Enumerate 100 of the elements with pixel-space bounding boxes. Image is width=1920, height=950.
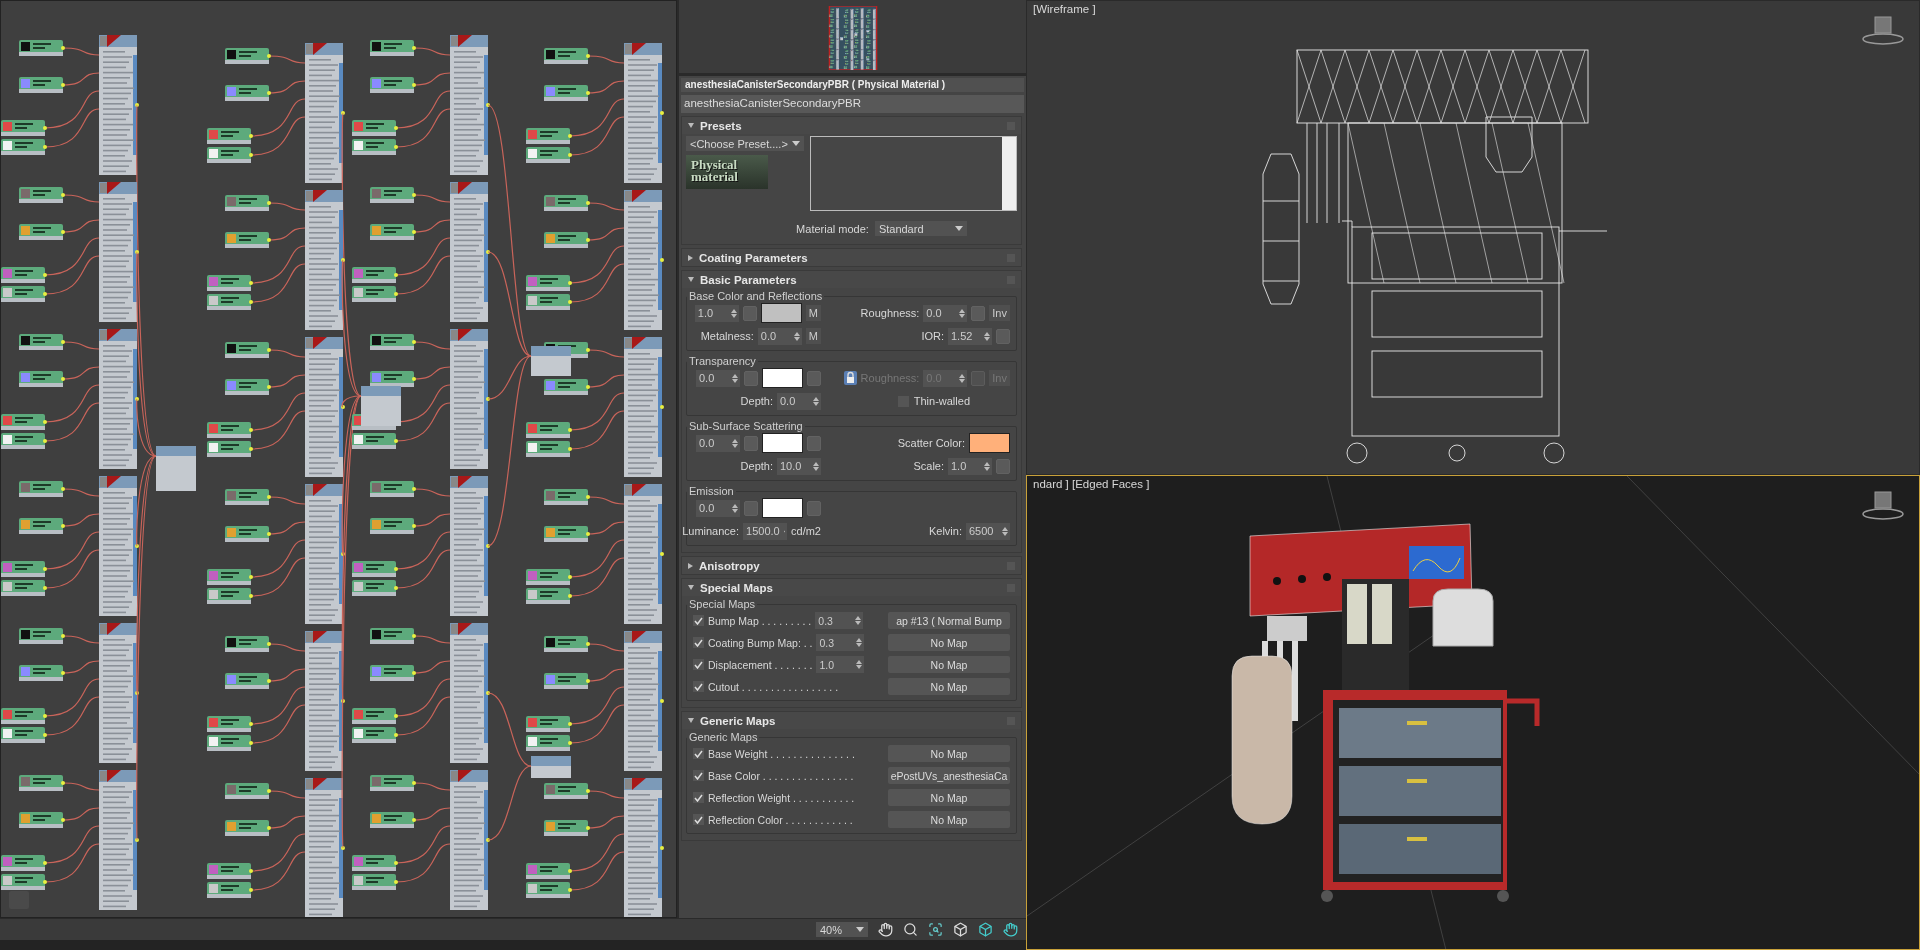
spinner-arrows-icon[interactable] bbox=[813, 396, 819, 406]
spinner-arrows-icon[interactable] bbox=[730, 308, 737, 318]
checkbox[interactable] bbox=[693, 770, 704, 781]
viewport[interactable]: ndard ] [Edged Faces ] bbox=[1026, 475, 1920, 950]
toggle-button[interactable]: M bbox=[805, 328, 821, 344]
amount-spinner[interactable]: 0.3 bbox=[815, 612, 864, 629]
view-cube-icon[interactable] bbox=[1861, 15, 1905, 47]
map-button[interactable]: No Map bbox=[888, 656, 1010, 673]
preset-list[interactable] bbox=[810, 136, 1017, 211]
search-icon[interactable] bbox=[903, 922, 918, 937]
preset-dropdown[interactable]: <Choose Preset....> bbox=[686, 136, 804, 151]
map-button[interactable]: ap #13 ( Normal Bump bbox=[888, 612, 1010, 629]
field-label: Roughness: bbox=[860, 307, 920, 319]
map-button[interactable]: No Map bbox=[888, 811, 1010, 828]
view-toggle-button[interactable] bbox=[9, 891, 29, 909]
map-button[interactable]: No Map bbox=[888, 634, 1010, 651]
map-label: Reflection Weight . . . . . . . . . . . bbox=[708, 791, 855, 804]
group-title: Special Maps bbox=[688, 598, 757, 610]
spinner-field[interactable]: 6500 bbox=[966, 522, 1010, 540]
spinner-arrows-icon[interactable] bbox=[959, 308, 966, 318]
checkbox[interactable] bbox=[693, 681, 704, 692]
field-label: Kelvin: bbox=[928, 525, 962, 537]
group-title: Transparency bbox=[688, 355, 757, 367]
view-cube-icon[interactable] bbox=[1861, 490, 1905, 522]
zoom-dropdown[interactable]: 40% bbox=[816, 922, 868, 937]
spinner-field[interactable]: 0.0 bbox=[696, 369, 740, 387]
spinner-field[interactable]: 1.0 bbox=[948, 457, 992, 475]
map-button[interactable]: ePostUVs_anesthesiaCa bbox=[888, 767, 1010, 784]
group-title: Generic Maps bbox=[688, 731, 759, 743]
hand-icon[interactable] bbox=[1003, 922, 1018, 937]
physical-material-logo: Physical material bbox=[686, 155, 768, 189]
spinner-arrows-icon[interactable] bbox=[732, 373, 738, 383]
toggle-button[interactable]: Inv bbox=[989, 305, 1010, 321]
material-title: anesthesiaCanisterSecondaryPBR ( Physical Material ) bbox=[681, 78, 1024, 92]
spinner-arrows-icon[interactable] bbox=[732, 503, 738, 513]
field-label: Depth: bbox=[740, 395, 773, 407]
spinner-arrows-icon[interactable] bbox=[984, 461, 990, 471]
map-label: Base Color . . . . . . . . . . . . . . . . bbox=[708, 769, 854, 782]
spinner-field[interactable]: 1500.0 bbox=[743, 522, 788, 540]
viewport[interactable]: [Wireframe ] bbox=[1026, 0, 1920, 475]
field-label: Scatter Color: bbox=[897, 437, 965, 449]
map-button[interactable]: No Map bbox=[888, 789, 1010, 806]
spinner-field[interactable]: 1.52 bbox=[948, 327, 992, 345]
caret-icon bbox=[954, 226, 963, 231]
spinner-field[interactable]: 0.0 bbox=[696, 499, 740, 517]
map-button[interactable]: No Map bbox=[888, 678, 1010, 695]
field-label: Material mode: bbox=[796, 222, 869, 235]
spinner-arrows-icon[interactable] bbox=[732, 438, 738, 448]
color-swatch[interactable] bbox=[760, 303, 802, 323]
toggle-button[interactable]: M bbox=[805, 305, 821, 321]
spinner-arrows-icon[interactable] bbox=[856, 660, 863, 669]
caret-icon bbox=[792, 141, 800, 146]
group-title: Sub-Surface Scattering bbox=[688, 420, 804, 432]
spinner-field[interactable]: 0.0 bbox=[777, 392, 821, 410]
spinner-field[interactable]: 0.0 bbox=[757, 327, 802, 345]
cube-icon[interactable] bbox=[978, 922, 993, 937]
map-label: Cutout . . . . . . . . . . . . . . . . . bbox=[708, 680, 839, 693]
spinner-arrows-icon[interactable] bbox=[793, 331, 800, 341]
color-swatch[interactable] bbox=[762, 368, 803, 388]
spinner-arrows-icon[interactable] bbox=[813, 461, 819, 471]
checkbox[interactable] bbox=[693, 637, 704, 648]
spinner-arrows-icon[interactable] bbox=[1002, 526, 1008, 536]
amount-spinner[interactable]: 0.3 bbox=[816, 634, 865, 651]
viewport-label[interactable]: [Wireframe ] bbox=[1033, 3, 1096, 15]
map-label: Reflection Color . . . . . . . . . . . . bbox=[708, 813, 853, 826]
field-label: Scale: bbox=[913, 460, 944, 472]
spinner-arrows-icon[interactable] bbox=[856, 638, 863, 647]
checkbox[interactable] bbox=[693, 814, 704, 825]
map-button[interactable]: No Map bbox=[888, 745, 1010, 762]
lock-icon[interactable] bbox=[843, 371, 857, 385]
color-swatch[interactable] bbox=[969, 433, 1010, 453]
spinner-field[interactable]: 1.0 bbox=[694, 304, 739, 322]
spinner-field[interactable]: 0.0 bbox=[696, 434, 740, 452]
field-label: cd/m2 bbox=[791, 525, 821, 537]
zoom-region-icon[interactable] bbox=[928, 922, 943, 937]
group-title: Emission bbox=[688, 485, 735, 497]
checkbox-label: Thin-walled bbox=[913, 395, 970, 407]
cube-icon[interactable] bbox=[953, 922, 968, 937]
checkbox[interactable] bbox=[693, 615, 704, 626]
map-label: Base Weight . . . . . . . . . . . . . . . bbox=[708, 747, 855, 760]
checkbox[interactable] bbox=[693, 792, 704, 803]
map-label: Bump Map . . . . . . . . . bbox=[708, 614, 812, 627]
checkbox[interactable] bbox=[693, 659, 704, 670]
amount-spinner[interactable]: 1.0 bbox=[816, 656, 865, 673]
viewport-label[interactable]: ndard ] [Edged Faces ] bbox=[1033, 478, 1150, 490]
spinner-field[interactable]: 10.0 bbox=[777, 457, 821, 475]
checkbox[interactable] bbox=[693, 748, 704, 759]
field-label: Metalness: bbox=[700, 330, 754, 342]
material-name-field[interactable]: anesthesiaCanisterSecondaryPBR bbox=[681, 95, 1024, 113]
spinner-arrows-icon[interactable] bbox=[984, 331, 990, 341]
spinner-field[interactable]: 0.0 bbox=[923, 304, 968, 322]
color-swatch[interactable] bbox=[762, 433, 803, 453]
field-label: Luminance: bbox=[682, 525, 740, 537]
spinner-arrows-icon[interactable] bbox=[855, 616, 862, 625]
map-label: Displacement . . . . . . . bbox=[708, 658, 813, 671]
material-mode-dropdown[interactable]: Standard bbox=[874, 221, 967, 236]
color-swatch[interactable] bbox=[762, 498, 803, 518]
hand-icon[interactable] bbox=[878, 922, 893, 937]
navigator-preview-drawing bbox=[826, 6, 879, 70]
group-title: Base Color and Reflections bbox=[688, 290, 824, 302]
